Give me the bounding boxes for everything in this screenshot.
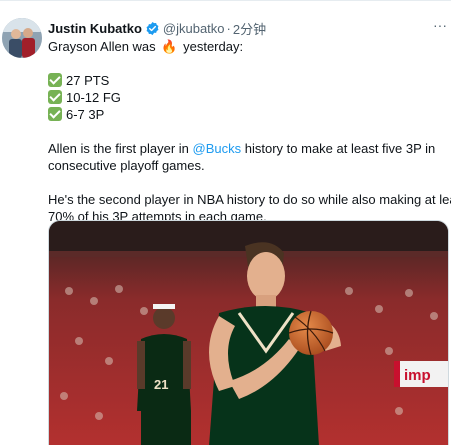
stat-text: 27 PTS — [66, 73, 110, 88]
stat-text: 10-12 FG — [66, 90, 121, 105]
text-segment: Grayson Allen was — [48, 39, 156, 54]
avatar[interactable] — [2, 18, 42, 58]
stat-line: 10-12 FG — [48, 89, 448, 106]
text-line: Allen is the first player in @Bucks hist… — [48, 140, 448, 157]
bucks-mention-link[interactable]: @Bucks — [193, 141, 242, 156]
text-line: Grayson Allen was 🔥 yesterday: — [48, 38, 448, 55]
timestamp[interactable]: 2分钟 — [233, 19, 266, 38]
tweet-text: Grayson Allen was 🔥 yesterday: 27 PTS 10… — [48, 38, 451, 225]
check-mark-emoji-icon — [48, 107, 62, 121]
stat-line: 27 PTS — [48, 72, 448, 89]
stat-line: 6-7 3P — [48, 106, 448, 123]
check-mark-emoji-icon — [48, 73, 62, 87]
text-segment: Allen is the first player in — [48, 141, 189, 156]
more-options-icon[interactable]: ··· — [432, 18, 448, 35]
tweet-header: Justin Kubatko @jkubatko · 2分钟 — [48, 19, 266, 37]
text-line: He's the second player in NBA history to… — [48, 191, 451, 208]
text-segment: history to make at least five 3P in — [244, 141, 436, 156]
text-segment: yesterday: — [183, 39, 244, 54]
fire-emoji-icon: 🔥 — [161, 39, 178, 54]
basketball — [288, 310, 334, 356]
stat-text: 6-7 3P — [66, 107, 105, 122]
author-name[interactable]: Justin Kubatko — [48, 21, 142, 36]
separator-dot: · — [226, 20, 231, 36]
tweet-photo[interactable]: imp 21 7 — [48, 220, 449, 445]
text-segment: consecutive playoff games. — [48, 158, 205, 173]
text-line: consecutive playoff games. — [48, 157, 448, 174]
divider — [0, 0, 451, 1]
arena-ad-text: imp — [404, 367, 431, 384]
verified-badge-icon — [145, 21, 160, 36]
tweet-card[interactable]: Justin Kubatko @jkubatko · 2分钟 ··· Grays… — [0, 0, 451, 445]
jersey-number-21: 21 — [154, 377, 168, 392]
check-mark-emoji-icon — [48, 90, 62, 104]
text-segment: He's the second player in NBA history to… — [48, 192, 451, 207]
author-handle[interactable]: @jkubatko — [163, 21, 225, 36]
